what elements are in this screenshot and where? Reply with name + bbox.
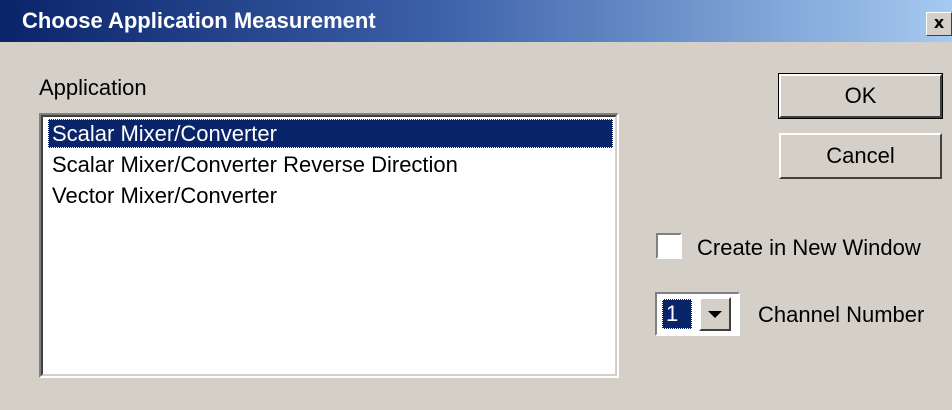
close-button[interactable]: x (926, 12, 952, 36)
channel-number-label: Channel Number (758, 302, 925, 327)
application-listbox[interactable]: Scalar Mixer/Converter Scalar Mixer/Conv… (39, 113, 619, 378)
application-item-scalar-mixer-reverse[interactable]: Scalar Mixer/Converter Reverse Direction (48, 150, 613, 179)
create-new-window-label[interactable]: Create in New Window (697, 235, 921, 261)
application-listbox-frame: Scalar Mixer/Converter Scalar Mixer/Conv… (41, 115, 617, 376)
cancel-button[interactable]: Cancel (779, 133, 942, 179)
ok-button[interactable]: OK (778, 73, 943, 119)
channel-number-select[interactable]: 1 (655, 292, 740, 336)
channel-number-value: 1 (662, 299, 692, 329)
close-icon: x (933, 13, 945, 32)
application-item-vector-mixer[interactable]: Vector Mixer/Converter (48, 181, 613, 210)
title-bar[interactable]: Choose Application Measurement x (0, 0, 952, 42)
application-label: Application (39, 75, 147, 100)
window-title: Choose Application Measurement (22, 8, 376, 33)
create-new-window-checkbox[interactable] (656, 233, 682, 259)
chevron-down-icon[interactable] (699, 297, 731, 331)
choose-application-dialog: Choose Application Measurement x Applica… (0, 0, 952, 410)
application-item-scalar-mixer[interactable]: Scalar Mixer/Converter (48, 119, 613, 148)
